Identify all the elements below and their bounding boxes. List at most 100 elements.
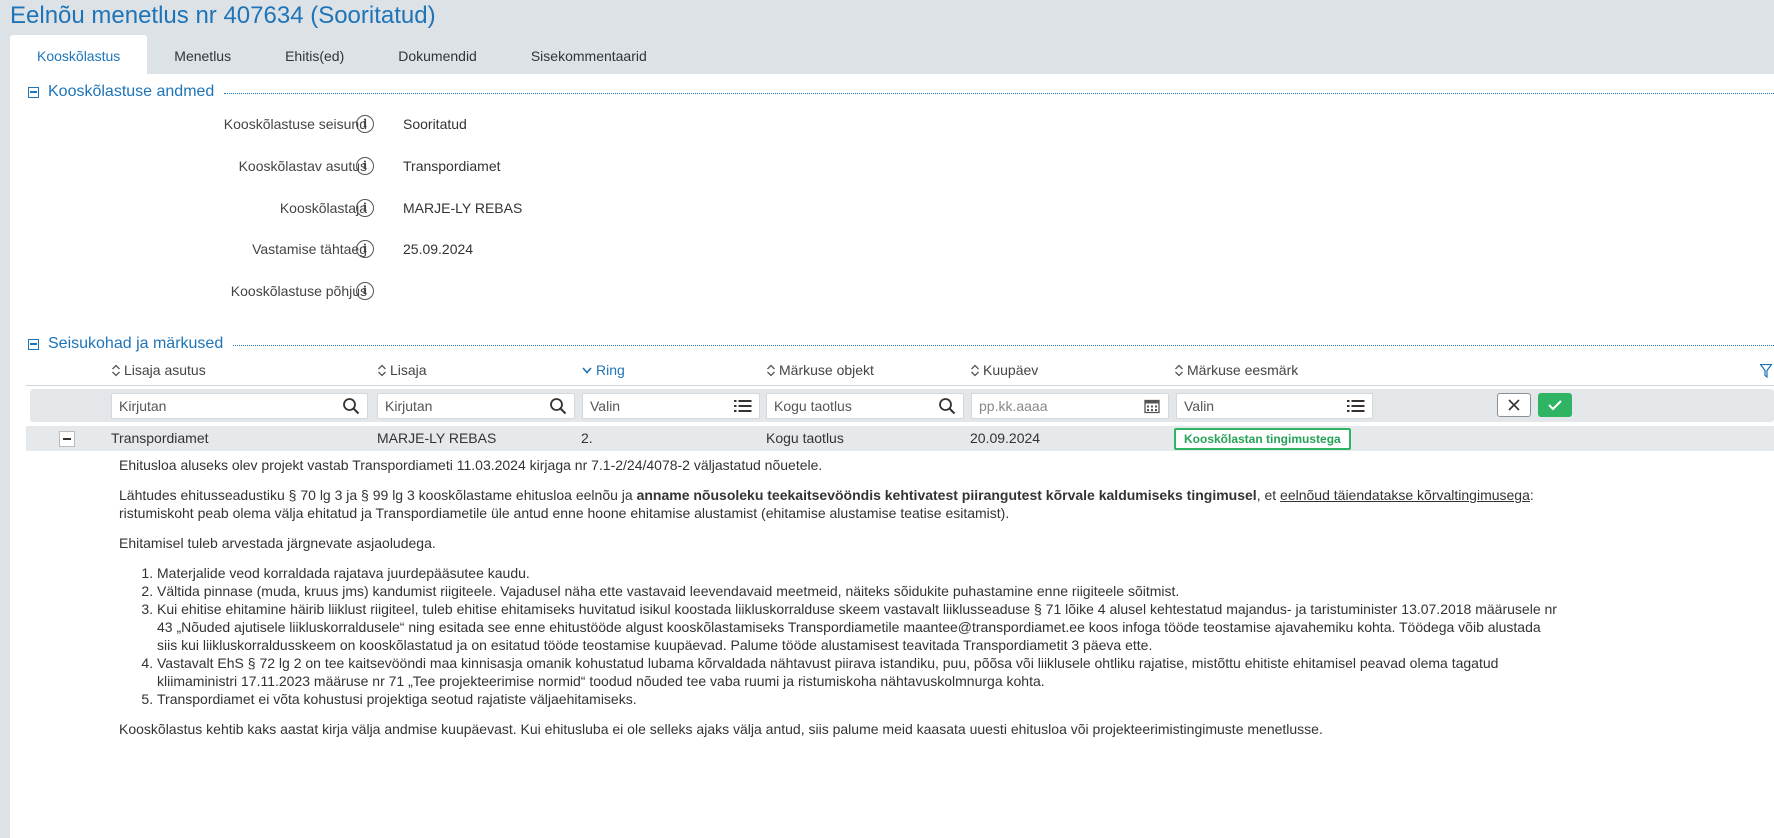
list-item: Vältida pinnase (muda, kruus jms) kandum… [157, 582, 1559, 600]
tab-kooskolastus[interactable]: Kooskõlastus [10, 35, 148, 74]
column-label: Lisaja asutus [124, 362, 206, 378]
list-icon[interactable] [1346, 396, 1366, 416]
apply-filters-button[interactable] [1538, 393, 1572, 417]
info-icon[interactable]: i [356, 199, 374, 217]
filter-lisaja-asutus[interactable]: Kirjutan [111, 393, 368, 419]
search-icon[interactable] [548, 396, 568, 416]
list-item: Kui ehitise ehitamine häirib liiklust ri… [157, 600, 1559, 654]
calendar-icon[interactable] [1142, 396, 1162, 416]
list-item: Transpordiamet ei võta kohustusi projekt… [157, 690, 1559, 708]
field-value: MARJE-LY REBAS [403, 200, 523, 216]
text: , et [1256, 487, 1281, 503]
table-header: Lisaja asutus Lisaja Ring Märkuse objekt… [26, 358, 1774, 386]
collapse-toggle[interactable] [28, 338, 39, 350]
detail-paragraph: Kooskõlastus kehtib kaks aastat kirja vä… [119, 721, 1323, 737]
field-value: Transpordiamet [403, 158, 501, 174]
list-icon[interactable] [733, 396, 753, 416]
close-icon [1508, 399, 1520, 411]
column-label: Lisaja [390, 362, 427, 378]
section-title: Seisukohad ja märkused [48, 335, 224, 352]
sort-icon [378, 364, 386, 376]
search-icon[interactable] [341, 396, 361, 416]
filter-value: Valin [590, 398, 621, 414]
column-label: Märkuse eesmärk [1187, 362, 1299, 378]
detail-paragraph: Lähtudes ehitusseadustiku § 70 lg 3 ja §… [119, 486, 1559, 522]
filter-placeholder: pp.kk.aaaa [979, 398, 1048, 414]
conditions-list: Materjalide veod korraldada rajatava juu… [119, 564, 1559, 708]
filter-markuse-objekt[interactable]: Kogu taotlus [766, 393, 964, 419]
list-item: Materjalide veod korraldada rajatava juu… [157, 564, 1559, 582]
filter-value: Kogu taotlus [774, 398, 852, 414]
cell-objekt: Kogu taotlus [766, 430, 844, 446]
status-badge: Kooskõlastan tingimustega [1174, 428, 1351, 450]
filter-kuupaev[interactable]: pp.kk.aaaa [971, 393, 1169, 419]
field-asutus: Kooskõlastav asutus i Transpordiamet [10, 155, 910, 177]
column-header-markuse-eesmark[interactable]: Märkuse eesmärk [1174, 362, 1298, 378]
info-icon[interactable]: i [356, 157, 374, 175]
filter-value: Kirjutan [385, 398, 433, 414]
field-label: Kooskõlastuse seisund [223, 116, 367, 132]
cell-asutus: Transpordiamet [111, 430, 209, 446]
chevron-down-icon [582, 366, 592, 374]
divider [233, 344, 1774, 346]
field-tahtaeg: Vastamise tähtaeg i 25.09.2024 [10, 238, 910, 260]
tab-menetlus[interactable]: Menetlus [147, 35, 258, 74]
sort-icon [1175, 364, 1183, 376]
column-header-kuupaev[interactable]: Kuupäev [970, 362, 1038, 378]
column-label: Ring [596, 362, 625, 378]
filter-value: Valin [1184, 398, 1215, 414]
info-icon[interactable]: i [356, 115, 374, 133]
field-pohjus: Kooskõlastuse põhjus i [10, 280, 910, 302]
sort-icon [971, 364, 979, 376]
filter-icon[interactable] [1760, 364, 1772, 378]
column-header-lisaja-asutus[interactable]: Lisaja asutus [111, 362, 206, 378]
info-icon[interactable]: i [356, 282, 374, 300]
filter-ring[interactable]: Valin [582, 393, 760, 419]
list-item: Vastavalt EhS § 72 lg 2 on tee kaitsevöö… [157, 654, 1559, 690]
field-value: Sooritatud [403, 116, 467, 132]
section-title: Kooskõlastuse andmed [48, 83, 215, 100]
tab-ehitised[interactable]: Ehitis(ed) [258, 35, 371, 74]
cell-ring: 2. [581, 430, 593, 446]
column-header-lisaja[interactable]: Lisaja [377, 362, 427, 378]
filter-value: Kirjutan [119, 398, 167, 414]
check-icon [1548, 400, 1562, 411]
field-label: Kooskõlastuse põhjus [230, 283, 367, 299]
table-row[interactable]: Transpordiamet MARJE-LY REBAS 2. Kogu ta… [26, 426, 1774, 451]
field-label: Kooskõlastav asutus [238, 158, 367, 174]
tab-bar: Kooskõlastus Menetlus Ehitis(ed) Dokumen… [10, 35, 674, 74]
page-title: Eelnõu menetlus nr 407634 (Sooritatud) [10, 2, 436, 29]
field-kooskolastaja: Kooskõlastaja i MARJE-LY REBAS [10, 197, 910, 219]
info-icon[interactable]: i [356, 240, 374, 258]
clear-filters-button[interactable] [1497, 393, 1531, 417]
filter-row: Kirjutan Kirjutan Valin Kogu taotlus pp.… [30, 389, 1774, 422]
column-header-ring[interactable]: Ring [581, 362, 625, 378]
column-label: Kuupäev [983, 362, 1039, 378]
search-icon[interactable] [937, 396, 957, 416]
underlined-text: eelnõud täiendatakse kõrvaltingimusega [1280, 487, 1530, 503]
cell-kuupaev: 20.09.2024 [970, 430, 1041, 446]
sort-icon [112, 364, 120, 376]
divider [224, 92, 1774, 94]
tab-sisekommentaarid[interactable]: Sisekommentaarid [504, 35, 674, 74]
collapse-toggle[interactable] [28, 86, 39, 98]
filter-lisaja[interactable]: Kirjutan [377, 393, 575, 419]
detail-paragraph: Ehitamisel tuleb arvestada järgnevate as… [119, 535, 436, 551]
field-label: Vastamise tähtaeg [252, 241, 367, 257]
section-header-seisukohad: Seisukohad ja märkused [28, 334, 1774, 354]
filter-markuse-eesmark[interactable]: Valin [1176, 393, 1373, 419]
field-label: Kooskõlastaja [279, 200, 367, 216]
column-header-markuse-objekt[interactable]: Märkuse objekt [766, 362, 874, 378]
field-seisund: Kooskõlastuse seisund i Sooritatud [10, 113, 910, 135]
main-panel: Kooskõlastuse andmed Kooskõlastuse seisu… [10, 74, 1774, 838]
field-value: 25.09.2024 [403, 241, 474, 257]
cell-lisaja: MARJE-LY REBAS [377, 430, 497, 446]
column-label: Märkuse objekt [779, 362, 874, 378]
collapse-row-button[interactable] [59, 431, 75, 447]
detail-paragraph: Ehitusloa aluseks olev projekt vastab Tr… [119, 457, 823, 473]
section-header-kooskolastuse-andmed: Kooskõlastuse andmed [28, 82, 1774, 102]
tab-dokumendid[interactable]: Dokumendid [371, 35, 504, 74]
comment-detail: Ehitusloa aluseks olev projekt vastab Tr… [119, 456, 1559, 738]
sort-icon [767, 364, 775, 376]
bold-text: anname nõusoleku teekaitsevööndis kehtiv… [636, 487, 1257, 503]
